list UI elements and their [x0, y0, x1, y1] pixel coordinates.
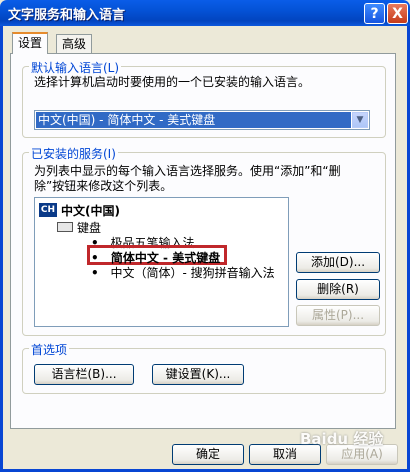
tree-item-us-keyboard[interactable]: • 简体中文 - 美式键盘	[91, 249, 220, 266]
preferences-legend: 首选项	[29, 341, 70, 358]
ok-button[interactable]: 确定	[172, 444, 244, 465]
language-badge-icon: CH	[39, 203, 57, 217]
title-bar: 文字服务和输入语言 ? X	[0, 0, 410, 26]
properties-button[interactable]: 属性(P)...	[296, 305, 380, 326]
tree-item-sogou[interactable]: • 中文（简体）- 搜狗拼音输入法	[91, 264, 275, 281]
tab-advanced[interactable]: 高级	[56, 34, 93, 54]
key-settings-button[interactable]: 键设置(K)...	[152, 364, 244, 385]
tree-language-node[interactable]: 中文(中国)	[61, 202, 120, 219]
default-language-select[interactable]: 中文(中国) - 简体中文 - 美式键盘 ▼	[34, 110, 370, 130]
help-button[interactable]: ?	[364, 3, 385, 24]
tree-item-label: 简体中文 - 美式键盘	[110, 251, 221, 265]
tree-item-label: 中文（简体）- 搜狗拼音输入法	[110, 266, 275, 280]
baidu-watermark: Baidu 经验	[300, 430, 384, 448]
remove-button[interactable]: 删除(R)	[296, 279, 380, 300]
tab-settings[interactable]: 设置	[12, 32, 49, 54]
add-button[interactable]: 添加(D)...	[296, 252, 380, 273]
default-language-description: 选择计算机启动时要使用的一个已安装的输入语言。	[34, 75, 311, 89]
installed-services-legend: 已安装的服务(I)	[29, 145, 118, 162]
default-language-value: 中文(中国) - 简体中文 - 美式键盘	[36, 112, 351, 128]
window-title: 文字服务和输入语言	[8, 8, 126, 23]
close-button[interactable]: X	[387, 3, 408, 24]
bullet-icon: •	[91, 266, 99, 280]
installed-services-tree[interactable]: CH 中文(中国) 键盘 • 极品五笔输入法 • 简体中文 - 美式键盘 • 中…	[34, 197, 289, 327]
installed-services-description-2: 除”按钮来修改这个列表。	[34, 179, 173, 193]
chevron-down-icon[interactable]: ▼	[352, 112, 368, 128]
keyboard-icon	[57, 222, 73, 232]
bullet-icon: •	[91, 251, 99, 265]
language-bar-button[interactable]: 语言栏(B)...	[34, 364, 134, 385]
